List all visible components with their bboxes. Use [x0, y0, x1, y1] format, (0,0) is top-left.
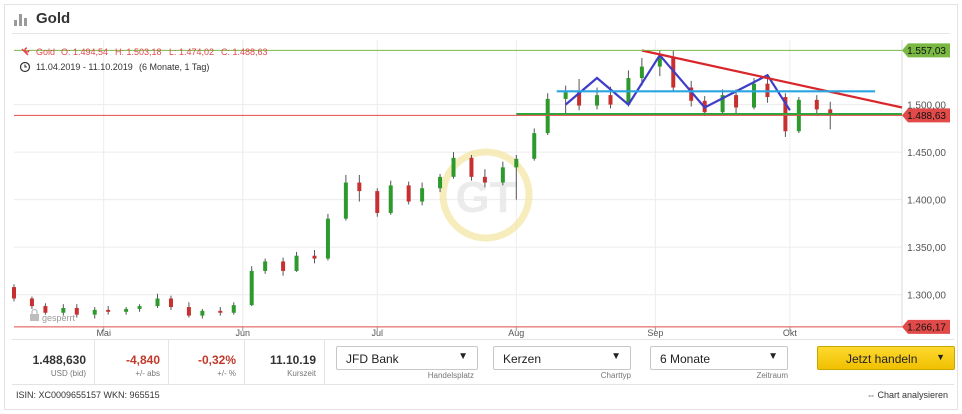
- candle: [357, 174, 362, 202]
- candle: [12, 284, 16, 302]
- period-detail: (6 Monate, 1 Tag): [139, 62, 209, 72]
- clock-icon: [19, 61, 31, 73]
- period-range: 11.04.2019 - 11.10.2019: [36, 62, 133, 72]
- candle: [263, 258, 268, 274]
- period-select-label: Zeitraum: [756, 371, 788, 380]
- lock-watermark: gesperrt: [30, 308, 76, 323]
- candle: [294, 251, 299, 272]
- stat-pct-label: +/- %: [217, 369, 236, 378]
- candle: [420, 182, 425, 206]
- x-tick-label: Jun: [235, 328, 250, 338]
- analyze-chart-link[interactable]: ⇔ Chart analysieren: [866, 390, 948, 400]
- y-tick-label: 1.300,00: [907, 291, 946, 302]
- candle: [720, 89, 725, 115]
- x-tick-label: Aug: [508, 328, 524, 338]
- chart-type-select[interactable]: Kerzen ▼: [493, 346, 631, 370]
- stat-bid: 1.488,630 USD (bid): [12, 340, 95, 384]
- legend-icons: [19, 47, 31, 73]
- y-tick-label: 1.400,00: [907, 196, 946, 207]
- chevron-down-icon: ▼: [768, 351, 778, 362]
- x-tick-label: Okt: [783, 328, 798, 338]
- chevron-down-icon: ▼: [458, 351, 468, 362]
- price-level-label: 1.266,17: [907, 322, 946, 333]
- ohlc-label: Gold: [36, 47, 55, 57]
- candle: [814, 95, 819, 115]
- candle: [312, 250, 317, 264]
- candle: [451, 152, 456, 179]
- candle: [563, 85, 568, 115]
- x-tick-label: Mai: [96, 328, 111, 338]
- stat-time-label: Kurszeit: [287, 369, 316, 378]
- analyze-chart-label: Chart analysieren: [877, 390, 948, 400]
- trade-now-button[interactable]: Jetzt handeln ▼: [817, 346, 955, 370]
- exchange-select-value: JFD Bank: [346, 352, 399, 366]
- candle: [388, 180, 393, 215]
- candle: [74, 304, 79, 318]
- stat-time-value: 11.10.19: [269, 353, 316, 367]
- candle: [375, 188, 380, 217]
- chevron-down-icon: ▼: [611, 351, 621, 362]
- candle: [218, 307, 223, 316]
- x-tick-label: Sep: [647, 328, 663, 338]
- ohlc-high: H: 1.503,18: [115, 47, 162, 57]
- candle: [532, 128, 537, 161]
- candle: [106, 306, 111, 315]
- price-level-label: 1.488,63: [907, 111, 946, 122]
- double-top-pattern: [564, 53, 791, 111]
- candle: [124, 307, 129, 315]
- link-icon: ⇔: [866, 390, 876, 400]
- wrench-icon[interactable]: [21, 47, 30, 56]
- candle: [469, 154, 474, 181]
- candle: [231, 302, 236, 315]
- stat-abs-value: -4,840: [125, 353, 160, 367]
- candle: [325, 213, 330, 261]
- candle: [155, 293, 160, 308]
- candle: [29, 296, 34, 309]
- ohlc-open: O: 1.494,54: [61, 47, 108, 57]
- candle: [137, 304, 142, 312]
- period-select-value: 6 Monate: [660, 352, 711, 366]
- trade-now-label: Jetzt handeln: [846, 352, 918, 366]
- footer: ISIN: XC0009655157 WKN: 965515 ⇔ Chart an…: [12, 384, 954, 405]
- stat-time: 11.10.19 Kurszeit: [244, 340, 325, 384]
- caret-down-icon: ▼: [936, 352, 945, 362]
- y-tick-label: 1.450,00: [907, 148, 946, 159]
- candle: [92, 307, 97, 319]
- locked-label: gesperrt: [42, 313, 76, 323]
- candle: [249, 266, 254, 307]
- candle: [343, 174, 348, 221]
- period-select[interactable]: 6 Monate ▼: [650, 346, 788, 370]
- stat-pct-value: -0,32%: [197, 353, 236, 367]
- stat-bid-label: USD (bid): [50, 369, 86, 378]
- y-tick-label: 1.500,00: [907, 101, 946, 112]
- x-tick-label: Jul: [372, 328, 384, 338]
- stat-bid-value: 1.488,630: [32, 353, 86, 367]
- isin-wkn: ISIN: XC0009655157 WKN: 965515: [16, 390, 160, 400]
- ohlc-close: C: 1.488,63: [221, 47, 268, 57]
- exchange-select[interactable]: JFD Bank ▼: [336, 346, 478, 370]
- y-tick-label: 1.350,00: [907, 243, 946, 254]
- quote-toolbar: 1.488,630 USD (bid) -4,840 +/- abs -0,32…: [12, 339, 955, 384]
- candle: [186, 302, 191, 318]
- chart-type-select-label: Charttyp: [600, 371, 631, 380]
- candle: [500, 161, 505, 186]
- stat-abs-change: -4,840 +/- abs: [94, 340, 169, 384]
- exchange-select-label: Handelsplatz: [427, 371, 474, 380]
- candle: [281, 257, 286, 276]
- candle: [406, 181, 411, 205]
- candle: [200, 308, 205, 319]
- price-chart[interactable]: GT 1.557,031.488,631.266,17 1.300,001.35…: [0, 0, 962, 338]
- candle: [168, 295, 173, 310]
- stat-pct-change: -0,32% +/- %: [168, 340, 245, 384]
- ohlc-low: L: 1.474,02: [169, 47, 214, 57]
- stat-abs-label: +/- abs: [135, 369, 160, 378]
- chart-type-select-value: Kerzen: [503, 352, 542, 366]
- price-level-label: 1.557,03: [907, 46, 946, 57]
